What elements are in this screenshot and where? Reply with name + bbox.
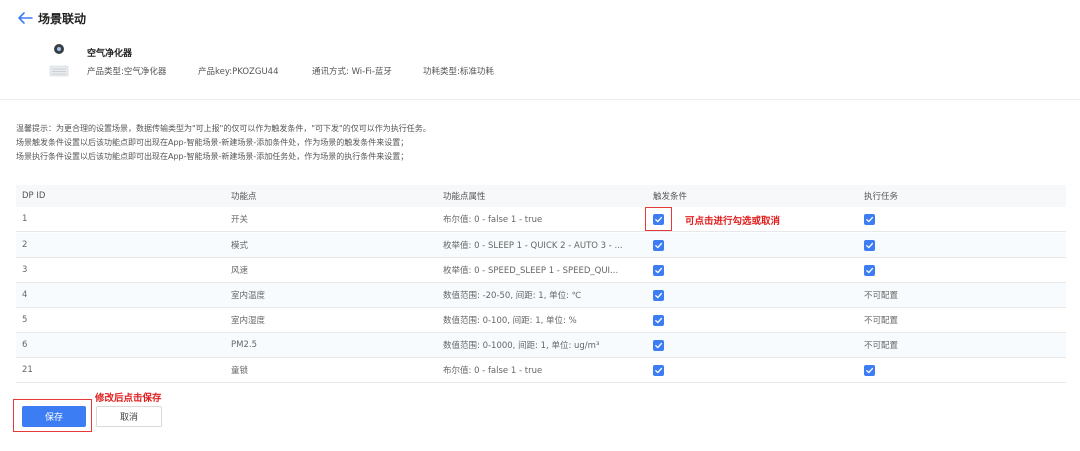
action-checkbox[interactable] bbox=[864, 364, 875, 376]
function-attribute-cell: 枚举值: 0 - SLEEP 1 - QUICK 2 - AUTO 3 - ..… bbox=[443, 241, 623, 251]
column-header-trigger: 触发条件 bbox=[653, 192, 688, 202]
checkbox-highlight-box bbox=[645, 207, 672, 231]
trigger-cell bbox=[653, 358, 853, 382]
function-name-cell: 开关 bbox=[231, 215, 249, 225]
save-hint-annotation: 修改后点击保存 bbox=[95, 393, 162, 404]
trigger-cell bbox=[653, 233, 853, 257]
action-cell bbox=[864, 358, 1064, 382]
function-name-cell: 模式 bbox=[231, 241, 249, 251]
trigger-checkbox[interactable] bbox=[653, 314, 664, 326]
tip-line: 温馨提示：为更合理的设置场景，数据传输类型为"可上报"的仅可以作为触发条件，"可… bbox=[16, 124, 431, 133]
function-attribute-cell: 枚举值: 0 - SPEED_SLEEP 1 - SPEED_QUI... bbox=[443, 266, 619, 276]
tips-section: 温馨提示：为更合理的设置场景，数据传输类型为"可上报"的仅可以作为触发条件，"可… bbox=[16, 122, 1056, 164]
action-checkbox[interactable] bbox=[864, 239, 875, 251]
action-cell bbox=[864, 258, 1064, 282]
air-purifier-product-image bbox=[49, 44, 69, 77]
back-arrow-icon[interactable] bbox=[16, 9, 34, 27]
function-name-cell: 童锁 bbox=[231, 366, 249, 376]
save-button[interactable]: 保存 bbox=[22, 406, 86, 427]
action-checkbox[interactable] bbox=[864, 264, 875, 276]
page-title: 场景联动 bbox=[38, 12, 87, 26]
action-cell: 不可配置 bbox=[864, 308, 1064, 332]
column-header-dp-id: DP ID bbox=[22, 191, 46, 201]
not-configurable-label: 不可配置 bbox=[864, 316, 899, 326]
not-configurable-label: 不可配置 bbox=[864, 291, 899, 301]
cancel-button[interactable]: 取消 bbox=[96, 406, 162, 427]
page-header: 场景联动 空气净化器 产品类型:空气净化器 产品key:PKOZGU44 通讯方… bbox=[0, 0, 1080, 100]
function-attribute-cell: 数值范围: 0-100, 间距: 1, 单位: % bbox=[443, 316, 577, 326]
column-header-action: 执行任务 bbox=[864, 192, 899, 202]
trigger-checkbox[interactable] bbox=[653, 264, 664, 276]
checkbox-hint-annotation: 可点击进行勾选或取消 bbox=[685, 216, 781, 227]
action-cell bbox=[864, 207, 1064, 231]
function-attribute-cell: 数值范围: 0-1000, 间距: 1, 单位: ug/m³ bbox=[443, 341, 600, 351]
tip-line: 场景执行条件设置以后该功能点即可出现在App-智能场景-新建场景-添加任务处，作… bbox=[16, 152, 409, 161]
not-configurable-label: 不可配置 bbox=[864, 341, 899, 351]
trigger-cell bbox=[653, 258, 853, 282]
trigger-checkbox[interactable] bbox=[653, 289, 664, 301]
function-attribute-cell: 数值范围: -20-50, 间距: 1, 单位: ℃ bbox=[443, 291, 582, 301]
dp-id-cell: 6 bbox=[22, 340, 28, 350]
table-header-row: DP ID 功能点 功能点属性 触发条件 执行任务 bbox=[16, 185, 1066, 207]
action-cell: 不可配置 bbox=[864, 283, 1064, 307]
product-comm-method: 通讯方式: Wi-Fi-蓝牙 bbox=[312, 67, 392, 77]
table-row: 5 室内湿度 数值范围: 0-100, 间距: 1, 单位: % 不可配置 bbox=[16, 308, 1066, 333]
column-header-attribute: 功能点属性 bbox=[443, 192, 486, 202]
table-row: 3 风速 枚举值: 0 - SPEED_SLEEP 1 - SPEED_QUI... bbox=[16, 258, 1066, 283]
table-row: 4 室内温度 数值范围: -20-50, 间距: 1, 单位: ℃ 不可配置 bbox=[16, 283, 1066, 308]
function-name-cell: 室内温度 bbox=[231, 291, 266, 301]
dp-id-cell: 2 bbox=[22, 240, 28, 250]
table-row: 6 PM2.5 数值范围: 0-1000, 间距: 1, 单位: ug/m³ 不可配置 bbox=[16, 333, 1066, 358]
dp-id-cell: 3 bbox=[22, 265, 28, 275]
function-name-cell: 风速 bbox=[231, 266, 249, 276]
dp-id-cell: 1 bbox=[22, 214, 28, 224]
product-type: 产品类型:空气净化器 bbox=[87, 67, 167, 77]
table-row: 1 开关 布尔值: 0 - false 1 - true bbox=[16, 207, 1066, 232]
function-attribute-cell: 布尔值: 0 - false 1 - true bbox=[443, 366, 543, 376]
trigger-cell bbox=[653, 283, 853, 307]
table-row: 21 童锁 布尔值: 0 - false 1 - true bbox=[16, 358, 1066, 383]
dp-id-cell: 4 bbox=[22, 290, 28, 300]
action-cell bbox=[864, 233, 1064, 257]
dp-id-cell: 21 bbox=[22, 365, 33, 375]
function-attribute-cell: 布尔值: 0 - false 1 - true bbox=[443, 215, 543, 225]
trigger-cell bbox=[653, 333, 853, 357]
trigger-checkbox[interactable] bbox=[653, 239, 664, 251]
action-checkbox[interactable] bbox=[864, 213, 875, 225]
action-cell: 不可配置 bbox=[864, 333, 1064, 357]
dp-id-cell: 5 bbox=[22, 315, 28, 325]
column-header-function: 功能点 bbox=[231, 192, 257, 202]
trigger-checkbox[interactable] bbox=[653, 364, 664, 376]
trigger-cell bbox=[653, 308, 853, 332]
function-name-cell: PM2.5 bbox=[231, 340, 257, 350]
product-key: 产品key:PKOZGU44 bbox=[198, 67, 279, 77]
table-row: 2 模式 枚举值: 0 - SLEEP 1 - QUICK 2 - AUTO 3 -… bbox=[16, 233, 1066, 258]
product-power-type: 功耗类型:标准功耗 bbox=[423, 67, 494, 77]
trigger-checkbox[interactable] bbox=[653, 339, 664, 351]
product-name: 空气净化器 bbox=[87, 49, 133, 59]
tip-line: 场景触发条件设置以后该功能点即可出现在App-智能场景-新建场景-添加条件处，作… bbox=[16, 138, 409, 147]
function-name-cell: 室内湿度 bbox=[231, 316, 266, 326]
